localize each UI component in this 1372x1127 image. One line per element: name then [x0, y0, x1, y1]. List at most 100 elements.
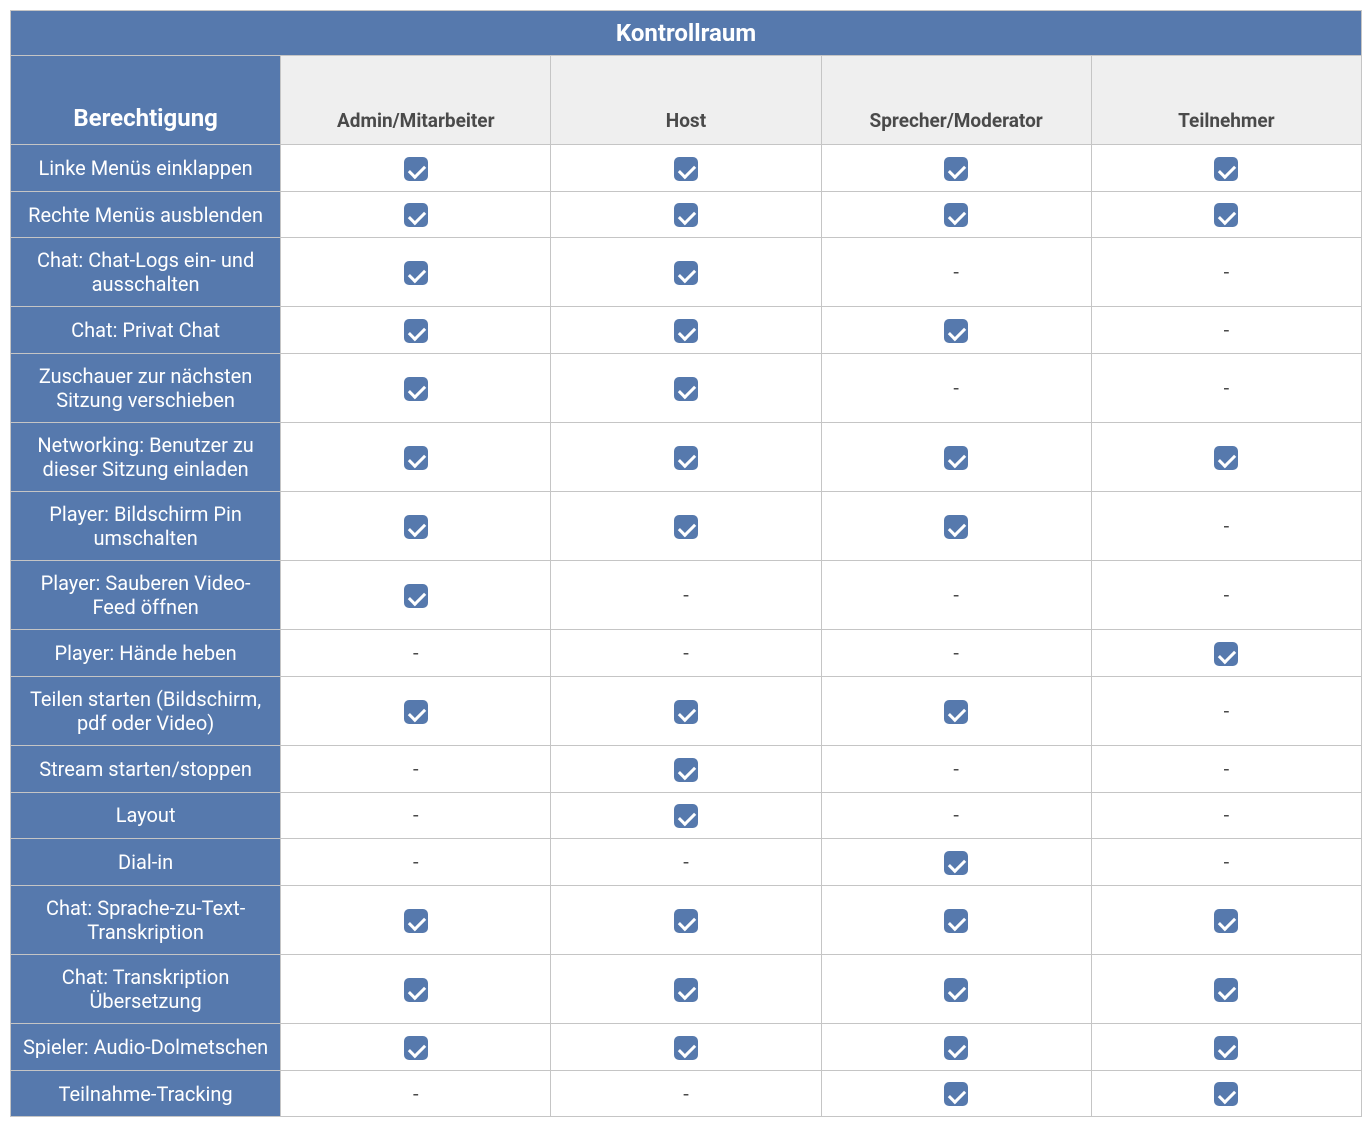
permission-cell: -	[1091, 676, 1361, 745]
permission-label: Chat: Privat Chat	[11, 307, 281, 354]
check-icon	[944, 978, 968, 1002]
dash-mark: -	[413, 1082, 419, 1106]
permission-label: Chat: Chat-Logs ein- und ausschalten	[11, 238, 281, 307]
permission-cell: -	[551, 1070, 821, 1117]
dash-mark: -	[1224, 318, 1230, 342]
permission-cell: -	[821, 561, 1091, 630]
check-icon	[674, 804, 698, 828]
permission-cell: -	[1091, 238, 1361, 307]
permission-label: Linke Menüs einklappen	[11, 145, 281, 192]
check-icon	[404, 157, 428, 181]
table-row: Chat: Sprache-zu-Text-Transkription	[11, 886, 1362, 955]
dash-mark: -	[413, 757, 419, 781]
table-row: Stream starten/stoppen---	[11, 745, 1362, 792]
permission-cell: -	[281, 792, 551, 839]
permission-cell	[1091, 955, 1361, 1024]
permission-cell: -	[1091, 561, 1361, 630]
permission-cell	[281, 238, 551, 307]
permission-cell	[281, 1024, 551, 1071]
check-icon	[944, 1082, 968, 1106]
permission-cell: -	[821, 745, 1091, 792]
permission-cell	[281, 886, 551, 955]
dash-mark: -	[1224, 376, 1230, 400]
permission-cell: -	[821, 238, 1091, 307]
permission-cell: -	[1091, 745, 1361, 792]
permission-cell	[551, 238, 821, 307]
check-icon	[944, 851, 968, 875]
check-icon	[404, 1036, 428, 1060]
dash-mark: -	[683, 850, 689, 874]
dash-mark: -	[953, 803, 959, 827]
check-icon	[404, 515, 428, 539]
check-icon	[404, 700, 428, 724]
dash-mark: -	[953, 757, 959, 781]
permission-cell: -	[1091, 307, 1361, 354]
dash-mark: -	[1224, 757, 1230, 781]
permission-cell	[551, 191, 821, 238]
permission-label: Layout	[11, 792, 281, 839]
dash-mark: -	[683, 641, 689, 665]
check-icon	[674, 1036, 698, 1060]
permission-label: Player: Bildschirm Pin umschalten	[11, 492, 281, 561]
permission-cell	[551, 886, 821, 955]
permission-label: Chat: Transkription Übersetzung	[11, 955, 281, 1024]
check-icon	[944, 203, 968, 227]
check-icon	[944, 1036, 968, 1060]
table-row: Player: Sauberen Video-Feed öffnen - - -	[11, 561, 1362, 630]
dash-mark: -	[1224, 850, 1230, 874]
permission-cell: -	[821, 630, 1091, 677]
check-icon	[1214, 642, 1238, 666]
permission-cell	[821, 145, 1091, 192]
check-icon	[404, 203, 428, 227]
check-icon	[674, 203, 698, 227]
permission-label: Chat: Sprache-zu-Text-Transkription	[11, 886, 281, 955]
permission-cell	[281, 191, 551, 238]
permission-cell	[821, 886, 1091, 955]
permission-cell	[1091, 1070, 1361, 1117]
check-icon	[1214, 203, 1238, 227]
check-icon	[1214, 1082, 1238, 1106]
dash-mark: -	[953, 260, 959, 284]
dash-mark: -	[1224, 803, 1230, 827]
dash-mark: -	[1224, 699, 1230, 723]
table-row: Teilnahme-Tracking--	[11, 1070, 1362, 1117]
permission-label: Spieler: Audio-Dolmetschen	[11, 1024, 281, 1071]
permission-cell	[1091, 1024, 1361, 1071]
permission-cell	[551, 354, 821, 423]
check-icon	[404, 319, 428, 343]
permission-cell: -	[1091, 354, 1361, 423]
check-icon	[944, 700, 968, 724]
check-icon	[674, 261, 698, 285]
table-row: Linke Menüs einklappen	[11, 145, 1362, 192]
table-row: Dial-in---	[11, 839, 1362, 886]
check-icon	[404, 261, 428, 285]
table-title-row: Kontrollraum	[11, 11, 1362, 56]
dash-mark: -	[413, 641, 419, 665]
permission-cell: -	[551, 630, 821, 677]
column-header-participant: Teilnehmer	[1091, 56, 1361, 145]
check-icon	[674, 758, 698, 782]
permission-cell: -	[551, 561, 821, 630]
permission-cell	[281, 423, 551, 492]
permissions-table: Kontrollraum Berechtigung Admin/Mitarbei…	[10, 10, 1362, 1117]
table-row: Spieler: Audio-Dolmetschen	[11, 1024, 1362, 1071]
dash-mark: -	[953, 583, 959, 607]
permission-cell	[281, 145, 551, 192]
dash-mark: -	[683, 1082, 689, 1106]
permission-label: Dial-in	[11, 839, 281, 886]
check-icon	[674, 978, 698, 1002]
permission-cell	[821, 839, 1091, 886]
permission-cell	[1091, 630, 1361, 677]
dash-mark: -	[1224, 583, 1230, 607]
check-icon	[674, 700, 698, 724]
permission-label: Player: Sauberen Video-Feed öffnen	[11, 561, 281, 630]
permission-label: Zuschauer zur nächsten Sitzung verschieb…	[11, 354, 281, 423]
check-icon	[944, 515, 968, 539]
dash-mark: -	[953, 376, 959, 400]
permission-cell	[281, 676, 551, 745]
permission-label: Rechte Menüs ausblenden	[11, 191, 281, 238]
permission-label: Networking: Benutzer zu dieser Sitzung e…	[11, 423, 281, 492]
permission-cell	[1091, 145, 1361, 192]
table-row: Rechte Menüs ausblenden	[11, 191, 1362, 238]
column-header-speaker: Sprecher/Moderator	[821, 56, 1091, 145]
